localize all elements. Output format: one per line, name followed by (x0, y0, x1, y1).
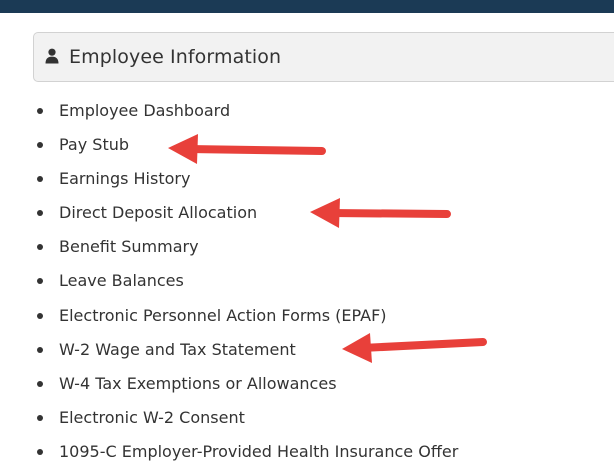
leave-balances-link[interactable]: Leave Balances (59, 271, 184, 290)
menu-item-w4-tax-exemptions: W-4 Tax Exemptions or Allowances (0, 370, 458, 404)
bullet-icon (37, 312, 43, 319)
page: Employee Information Employee Dashboard … (0, 0, 614, 462)
bullet-icon (37, 142, 43, 149)
direct-deposit-allocation-link[interactable]: Direct Deposit Allocation (59, 203, 257, 222)
electronic-w2-consent-link[interactable]: Electronic W-2 Consent (59, 408, 245, 427)
employee-menu-list: Employee Dashboard Pay Stub Earnings His… (0, 97, 458, 462)
menu-item-w2-wage-tax-statement: W-2 Wage and Tax Statement (0, 336, 458, 370)
earnings-history-link[interactable]: Earnings History (59, 169, 190, 188)
menu-item-electronic-w2-consent: Electronic W-2 Consent (0, 404, 458, 438)
1095c-health-insurance-offer-link[interactable]: 1095-C Employer-Provided Health Insuranc… (59, 442, 458, 461)
w2-wage-tax-statement-link[interactable]: W-2 Wage and Tax Statement (59, 340, 296, 359)
top-navigation-bar (0, 0, 614, 13)
menu-item-1095c-health-insurance-offer: 1095-C Employer-Provided Health Insuranc… (0, 438, 458, 462)
menu-item-leave-balances: Leave Balances (0, 267, 458, 301)
bullet-icon (37, 448, 43, 455)
menu-item-employee-dashboard: Employee Dashboard (0, 97, 458, 131)
employee-dashboard-link[interactable]: Employee Dashboard (59, 101, 230, 120)
panel-title: Employee Information (69, 46, 282, 68)
bullet-icon (37, 176, 43, 183)
menu-item-pay-stub: Pay Stub (0, 131, 458, 165)
bullet-icon (37, 278, 43, 285)
bullet-icon (37, 108, 43, 114)
bullet-icon (37, 346, 43, 353)
employee-information-panel-header: Employee Information (33, 32, 614, 82)
bullet-icon (37, 380, 43, 387)
pay-stub-link[interactable]: Pay Stub (59, 135, 129, 154)
menu-item-benefit-summary: Benefit Summary (0, 233, 458, 267)
epaf-link[interactable]: Electronic Personnel Action Forms (EPAF) (59, 306, 387, 325)
menu-item-earnings-history: Earnings History (0, 165, 458, 199)
user-icon (45, 48, 59, 64)
menu-item-direct-deposit-allocation: Direct Deposit Allocation (0, 199, 458, 233)
bullet-icon (37, 244, 43, 251)
benefit-summary-link[interactable]: Benefit Summary (59, 237, 199, 256)
bullet-icon (37, 414, 43, 421)
bullet-icon (37, 210, 43, 217)
menu-item-epaf: Electronic Personnel Action Forms (EPAF) (0, 302, 458, 336)
w4-tax-exemptions-link[interactable]: W-4 Tax Exemptions or Allowances (59, 374, 337, 393)
